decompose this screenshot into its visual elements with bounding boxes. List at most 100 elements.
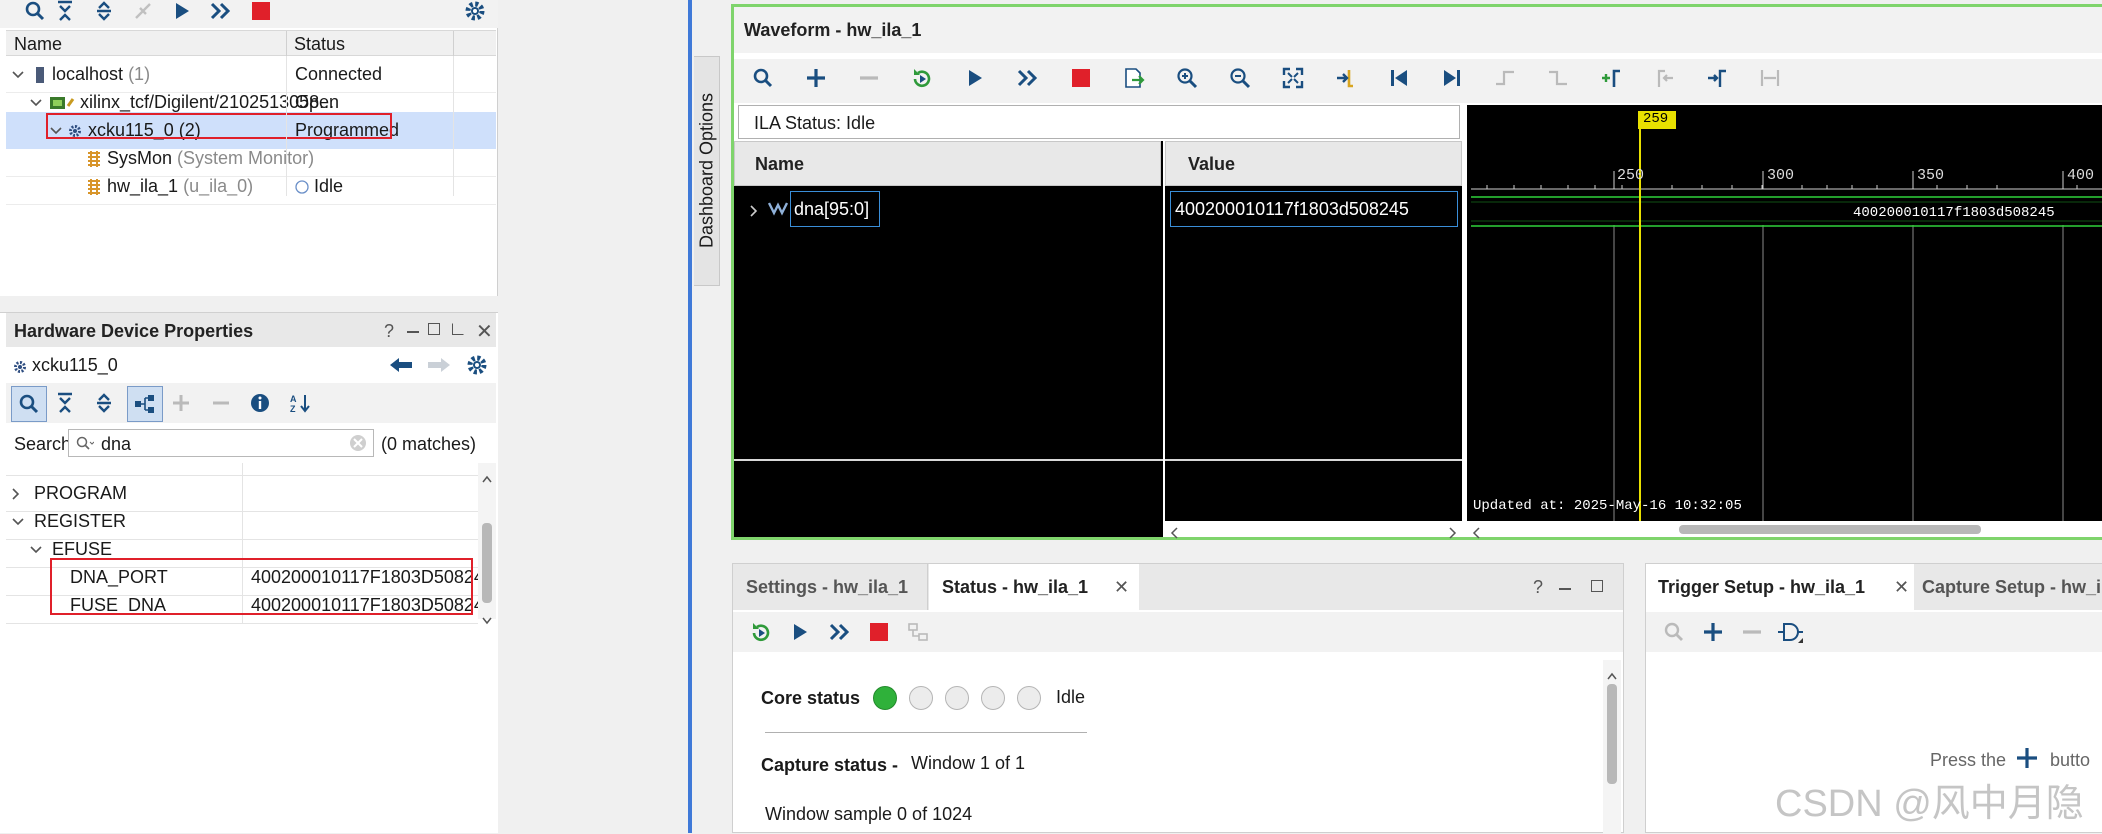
waveform-hscroll[interactable]	[1467, 521, 2102, 539]
vertical-splitter[interactable]	[688, 0, 692, 833]
status-scrollbar[interactable]	[1603, 660, 1621, 834]
chevron-right-icon[interactable]	[750, 201, 758, 222]
add-marker-icon[interactable]	[1594, 61, 1628, 95]
status-tabbar: Settings - hw_ila_1 Status - hw_ila_1 ✕ …	[733, 564, 1623, 610]
expand-all-icon[interactable]	[87, 386, 121, 420]
add-icon[interactable]	[799, 61, 833, 95]
gear-icon[interactable]	[458, 0, 492, 28]
search-value: dna	[101, 434, 132, 454]
previous-transition-icon[interactable]	[1488, 61, 1522, 95]
signal-value-box[interactable]: 400200010117f1803d508245	[1170, 191, 1458, 227]
swap-cursor-icon[interactable]	[1753, 61, 1787, 95]
close-icon[interactable]: ✕	[1894, 577, 1909, 598]
chevron-up-icon[interactable]	[1607, 664, 1617, 685]
collapse-all-icon[interactable]	[48, 386, 82, 420]
layout-icon[interactable]	[901, 615, 935, 649]
tab-trigger-setup[interactable]: Trigger Setup - hw_ila_1 ✕	[1646, 564, 1914, 610]
add-icon[interactable]	[164, 386, 198, 420]
chevron-down-icon[interactable]	[482, 609, 492, 630]
search-icon[interactable]	[746, 61, 780, 95]
run-immediate-icon[interactable]	[204, 0, 238, 28]
name-column-header[interactable]: Name	[734, 141, 1161, 186]
scroll-thumb[interactable]	[1607, 684, 1617, 784]
stop-icon[interactable]	[1064, 61, 1098, 95]
export-icon[interactable]	[1117, 61, 1151, 95]
next-marker-icon[interactable]	[1700, 61, 1734, 95]
remove-icon[interactable]	[1735, 615, 1769, 649]
tree-row-ila[interactable]: hw_ila_1 (u_ila_0) Idle	[6, 168, 496, 205]
status-led-active	[873, 686, 897, 710]
zoom-fit-icon[interactable]	[1276, 61, 1310, 95]
sort-icon[interactable]: AZ	[283, 386, 317, 420]
go-to-end-icon[interactable]	[1435, 61, 1469, 95]
close-icon[interactable]: ✕	[1114, 577, 1129, 598]
tab-settings[interactable]: Settings - hw_ila_1	[733, 564, 928, 610]
forward-arrow-icon[interactable]	[428, 357, 450, 378]
back-arrow-icon[interactable]	[390, 357, 412, 378]
hardware-tree: localhost (1) Connected xilinx_tcf/Digil…	[6, 56, 496, 205]
search-icon[interactable]	[1657, 615, 1691, 649]
previous-marker-icon[interactable]	[1647, 61, 1681, 95]
next-transition-icon[interactable]	[1541, 61, 1575, 95]
group-by-category-icon[interactable]	[127, 386, 163, 422]
go-to-cursor-icon[interactable]	[1329, 61, 1363, 95]
minimize-icon[interactable]	[1559, 588, 1571, 590]
help-icon[interactable]: ?	[1533, 577, 1543, 598]
chevron-right-icon[interactable]	[1449, 523, 1457, 544]
match-count: (0 matches)	[381, 434, 477, 454]
col-status-header[interactable]: Status	[294, 34, 345, 55]
remove-icon[interactable]	[852, 61, 886, 95]
device-name: xcku115_0	[32, 355, 118, 375]
info-icon[interactable]	[243, 386, 277, 420]
trigger-condition-icon[interactable]	[1774, 615, 1808, 649]
maximize-icon[interactable]	[428, 323, 440, 335]
col-name-header[interactable]: Name	[14, 34, 62, 55]
run-immediate-icon[interactable]	[1011, 61, 1045, 95]
search-icon[interactable]	[18, 0, 52, 28]
run-icon[interactable]	[165, 0, 199, 28]
float-icon[interactable]	[452, 323, 464, 335]
auto-retrigger-icon[interactable]	[744, 615, 778, 649]
clear-icon[interactable]	[349, 434, 367, 457]
chevron-left-icon[interactable]	[1170, 523, 1178, 544]
chevron-up-icon[interactable]	[482, 467, 492, 488]
waveform-canvas[interactable]: 259 250 300 350 400 400200010117f1803d50…	[1467, 105, 2102, 521]
properties-titlebar: Hardware Device Properties ? ✕	[6, 313, 496, 347]
updated-timestamp: Updated at: 2025-May-16 10:32:05	[1473, 498, 1742, 514]
add-icon[interactable]	[1696, 615, 1730, 649]
run-icon[interactable]	[783, 615, 817, 649]
stop-icon[interactable]	[244, 0, 278, 28]
value-column-header[interactable]: Value	[1165, 141, 1462, 186]
expand-all-icon[interactable]	[87, 0, 121, 28]
chevron-left-icon[interactable]	[1472, 523, 1480, 544]
search-icon[interactable]	[11, 386, 47, 422]
empty-hint-suffix: butto	[2050, 750, 2091, 770]
scroll-thumb[interactable]	[482, 523, 492, 603]
maximize-icon[interactable]	[1591, 580, 1603, 592]
collapse-all-icon[interactable]	[48, 0, 82, 28]
dashboard-options-tab[interactable]: Dashboard Options	[694, 56, 720, 286]
add-probe-icon[interactable]	[2016, 747, 2038, 774]
run-immediate-icon[interactable]	[823, 615, 857, 649]
stop-icon[interactable]	[862, 615, 896, 649]
properties-scrollbar[interactable]	[478, 463, 496, 625]
scroll-thumb[interactable]	[1679, 525, 1981, 534]
go-to-start-icon[interactable]	[1382, 61, 1416, 95]
tab-capture-setup[interactable]: Capture Setup - hw_i	[1916, 564, 2102, 610]
tab-status[interactable]: Status - hw_ila_1 ✕	[929, 564, 1139, 610]
zoom-in-icon[interactable]	[1170, 61, 1204, 95]
close-icon[interactable]: ✕	[476, 319, 493, 344]
minimize-icon[interactable]	[407, 331, 419, 333]
marker-label[interactable]: 259	[1643, 111, 1668, 127]
auto-retrigger-icon[interactable]	[905, 61, 939, 95]
value-hscroll[interactable]	[1165, 521, 1462, 539]
search-input[interactable]: dna	[68, 429, 374, 457]
zoom-out-icon[interactable]	[1223, 61, 1257, 95]
help-icon[interactable]: ?	[384, 321, 394, 342]
tree-label: localhost	[52, 64, 124, 84]
disconnect-icon[interactable]	[126, 0, 160, 28]
run-icon[interactable]	[958, 61, 992, 95]
signal-name-box[interactable]: dna[95:0]	[790, 191, 880, 227]
remove-icon[interactable]	[204, 386, 238, 420]
gear-icon[interactable]	[466, 354, 488, 381]
